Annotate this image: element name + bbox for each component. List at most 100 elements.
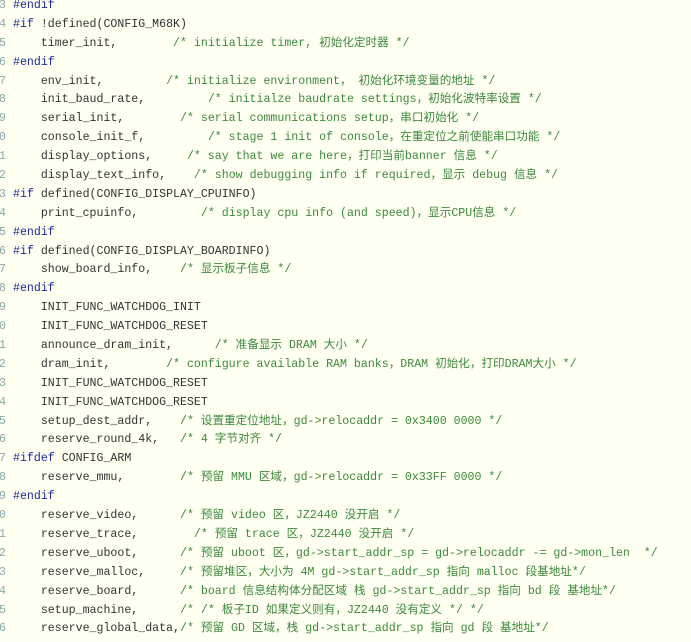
code-line: 0 console_init_f, /* stage 1 init of con… <box>0 129 691 148</box>
code-line: 0 INIT_FUNC_WATCHDOG_RESET <box>0 318 691 337</box>
line-number: 6 <box>0 244 6 258</box>
code-line: 6 #endif <box>0 54 691 73</box>
code-text: INIT_FUNC_WATCHDOG_INIT <box>13 301 201 315</box>
line-number: 6 <box>0 622 6 636</box>
line-source: announce_dram_init, /* 准备显示 DRAM 大小 */ <box>13 337 368 356</box>
line-number: 7 <box>0 74 6 88</box>
code-comment: /* board 信息结构体分配区域 栈 gd->start_addr_sp 指… <box>179 584 616 598</box>
code-line: 3 INIT_FUNC_WATCHDOG_RESET <box>0 375 691 394</box>
code-line: 4 reserve_board, /* board 信息结构体分配区域 栈 gd… <box>0 583 691 602</box>
code-comment: /* initialize environment， 初始化环境变量的地址 */ <box>166 74 496 88</box>
line-source: serial_init, /* serial communications se… <box>13 110 479 129</box>
line-number: 6 <box>0 55 6 69</box>
line-number: 3 <box>0 0 6 12</box>
code-line: 4 print_cpuinfo, /* display cpu info (an… <box>0 205 691 224</box>
line-number: 3 <box>0 376 6 390</box>
preprocessor-directive: #endif <box>13 55 55 69</box>
code-text: defined(CONFIG_DISPLAY_CPUINFO) <box>33 187 257 201</box>
line-source: display_options, /* say that we are here… <box>13 148 498 167</box>
line-number: 3 <box>0 565 6 579</box>
line-number: 5 <box>0 225 6 239</box>
code-line: 5 setup_dest_addr, /* 设置重定位地址，gd->reloca… <box>0 413 691 432</box>
code-text: defined(CONFIG_DISPLAY_BOARDINFO) <box>33 244 271 258</box>
line-number: 7 <box>0 263 6 277</box>
code-comment: /* initialze baudrate settings，初始化波特率设置 … <box>207 93 542 107</box>
line-number: 9 <box>0 301 6 315</box>
code-line: 2 dram_init, /* configure available RAM … <box>0 356 691 375</box>
code-line: 3 #if defined(CONFIG_DISPLAY_CPUINFO) <box>0 186 691 205</box>
code-comment: /* 预留 GD 区域，栈 gd->start_addr_sp 指向 gd 段 … <box>179 622 549 636</box>
line-source: show_board_info, /* 显示板子信息 */ <box>13 261 291 280</box>
code-text: display_text_info, <box>13 169 194 183</box>
code-comment: /* 预留 MMU 区域，gd->relocaddr = 0x33FF 0000… <box>179 471 503 485</box>
preprocessor-directive: #endif <box>13 225 55 239</box>
code-text: reserve_mmu, <box>13 471 180 485</box>
code-text: display_options, <box>13 150 187 164</box>
line-number: 0 <box>0 509 6 523</box>
line-source: console_init_f, /* stage 1 init of conso… <box>13 129 560 148</box>
line-source: env_init, /* initialize environment， 初始化… <box>13 73 496 92</box>
code-line: 9 INIT_FUNC_WATCHDOG_INIT <box>0 299 691 318</box>
preprocessor-directive: #if <box>13 17 34 31</box>
line-number: 4 <box>0 17 6 31</box>
line-number: 1 <box>0 150 6 164</box>
code-text: setup_machine, <box>13 603 180 617</box>
line-number: 4 <box>0 395 6 409</box>
code-line: 4 INIT_FUNC_WATCHDOG_RESET <box>0 394 691 413</box>
code-line: 5 timer_init, /* initialize timer, 初始化定时… <box>0 35 691 54</box>
code-comment: /* show debugging info if required，显示 de… <box>193 169 559 183</box>
preprocessor-directive: #endif <box>13 0 55 12</box>
code-line: 1 announce_dram_init, /* 准备显示 DRAM 大小 */ <box>0 337 691 356</box>
code-text: reserve_uboot, <box>13 546 180 560</box>
line-source: reserve_trace, /* 预留 trace 区，JZ2440 没开启 … <box>13 526 414 545</box>
line-source: reserve_malloc, /* 预留堆区，大小为 4M gd->start… <box>13 564 586 583</box>
code-line: 1 reserve_trace, /* 预留 trace 区，JZ2440 没开… <box>0 526 691 545</box>
code-line: 9 #endif <box>0 488 691 507</box>
line-source: reserve_board, /* board 信息结构体分配区域 栈 gd->… <box>13 583 616 602</box>
code-line: 2 reserve_uboot, /* 预留 uboot 区，gd->start… <box>0 545 691 564</box>
line-source: reserve_global_data,/* 预留 GD 区域，栈 gd->st… <box>13 620 549 639</box>
line-source: #if !defined(CONFIG_M68K) <box>13 16 187 35</box>
code-text: INIT_FUNC_WATCHDOG_RESET <box>13 395 208 409</box>
preprocessor-directive: #endif <box>13 282 55 296</box>
code-line: 3 #endif <box>0 0 691 16</box>
code-line: 9 serial_init, /* serial communications … <box>0 110 691 129</box>
line-source: #ifdef CONFIG_ARM <box>13 450 131 469</box>
code-comment: /* 设置重定位地址，gd->relocaddr = 0x3400 0000 *… <box>179 414 503 428</box>
preprocessor-directive: #ifdef <box>13 452 55 466</box>
line-source: setup_machine, /* /* 板子ID 如果定义则有，JZ2440 … <box>13 602 484 621</box>
line-number: 6 <box>0 433 6 447</box>
code-comment: /* say that we are here，打印当前banner 信息 */ <box>186 150 498 164</box>
line-number: 2 <box>0 546 6 560</box>
code-comment: /* 4 字节对齐 */ <box>179 433 283 447</box>
line-source: reserve_mmu, /* 预留 MMU 区域，gd->relocaddr … <box>13 469 503 488</box>
line-source: #endif <box>13 280 55 299</box>
code-listing: 3 #endif 4 #if !defined(CONFIG_M68K) 5 timer… <box>0 0 691 639</box>
line-source: INIT_FUNC_WATCHDOG_RESET <box>13 375 208 394</box>
line-source: reserve_video, /* 预留 video 区，JZ2440 没开启 … <box>13 507 400 526</box>
code-comment: /* /* 板子ID 如果定义则有，JZ2440 没有定义 */ */ <box>179 603 484 617</box>
preprocessor-directive: #if <box>13 187 34 201</box>
code-comment: /* 显示板子信息 */ <box>179 263 292 277</box>
code-text: env_init, <box>13 74 167 88</box>
line-number: 1 <box>0 339 6 353</box>
preprocessor-directive: #endif <box>13 490 55 504</box>
code-comment: /* 准备显示 DRAM 大小 */ <box>214 339 368 353</box>
code-text: dram_init, <box>13 357 167 371</box>
code-comment: /* initialize timer, 初始化定时器 */ <box>173 36 410 50</box>
line-source: timer_init, /* initialize timer, 初始化定时器 … <box>13 35 410 54</box>
line-number: 9 <box>0 112 6 126</box>
line-number: 2 <box>0 169 6 183</box>
line-source: #if defined(CONFIG_DISPLAY_BOARDINFO) <box>13 243 270 262</box>
code-line: 3 reserve_malloc, /* 预留堆区，大小为 4M gd->sta… <box>0 564 691 583</box>
code-line: 5 setup_machine, /* /* 板子ID 如果定义则有，JZ244… <box>0 602 691 621</box>
line-number: 8 <box>0 93 6 107</box>
code-text: console_init_f, <box>13 131 208 145</box>
code-comment: /* 预留堆区，大小为 4M gd->start_addr_sp 指向 mall… <box>179 565 586 579</box>
line-source: #endif <box>13 54 55 73</box>
line-number: 0 <box>0 320 6 334</box>
line-source: #if defined(CONFIG_DISPLAY_CPUINFO) <box>13 186 257 205</box>
line-number: 5 <box>0 414 6 428</box>
line-number: 4 <box>0 584 6 598</box>
preprocessor-directive: #if <box>13 244 34 258</box>
